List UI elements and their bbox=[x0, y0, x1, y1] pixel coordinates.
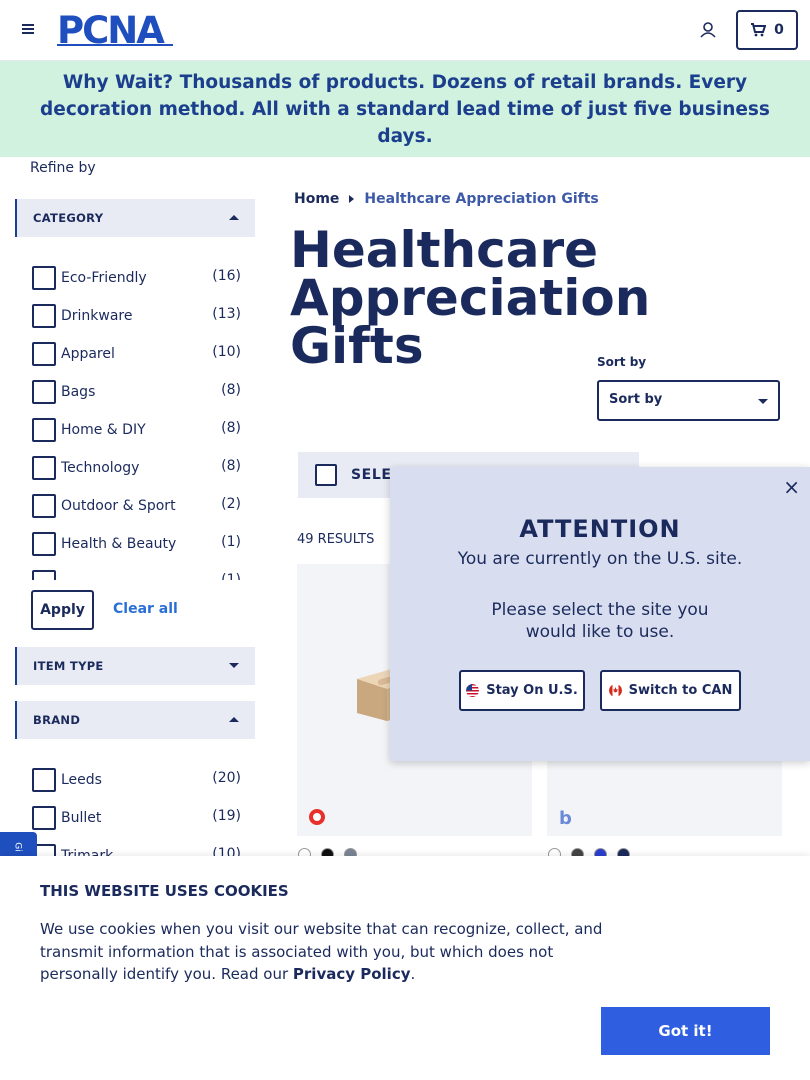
category-label: Outdoor & Sport bbox=[61, 498, 176, 514]
apply-button[interactable]: Apply bbox=[31, 590, 94, 630]
breadcrumb-current: Healthcare Appreciation Gifts bbox=[364, 191, 599, 207]
category-label: Drinkware bbox=[61, 308, 133, 324]
refine-label: Refine by bbox=[30, 160, 96, 176]
cart-count: 0 bbox=[774, 22, 784, 38]
category-label: Technology bbox=[61, 460, 140, 476]
checkbox[interactable] bbox=[32, 532, 56, 556]
category-list: Eco-Friendly (16) Drinkware (13) Apparel (1… bbox=[30, 262, 245, 580]
category-item[interactable]: Health & Beauty (1) bbox=[30, 528, 245, 566]
pcna-logo[interactable]: PCNA bbox=[57, 12, 177, 48]
checkbox[interactable] bbox=[32, 768, 56, 792]
privacy-policy-link[interactable]: Privacy Policy bbox=[293, 965, 411, 983]
brand-label: Bullet bbox=[61, 810, 102, 826]
facet-category-title: CATEGORY bbox=[33, 211, 104, 225]
site-select-modal: × ATTENTION You are currently on the U.S… bbox=[390, 467, 810, 761]
switch-can-label: Switch to CAN bbox=[628, 683, 733, 698]
brand-badge-icon: b bbox=[559, 808, 572, 829]
brand-count: (20) bbox=[212, 770, 241, 786]
us-flag-icon bbox=[466, 684, 480, 697]
modal-title: ATTENTION bbox=[519, 515, 681, 543]
category-label: Apparel bbox=[61, 346, 115, 362]
checkbox[interactable] bbox=[32, 266, 56, 290]
category-item[interactable]: Home & DIY (8) bbox=[30, 414, 245, 452]
site-header: PCNA 0 bbox=[0, 0, 810, 61]
got-it-button[interactable]: Got it! bbox=[601, 1007, 770, 1055]
category-item[interactable]: Eco-Friendly (16) bbox=[30, 262, 245, 300]
account-icon[interactable] bbox=[698, 20, 718, 40]
checkbox[interactable] bbox=[32, 806, 56, 830]
checkbox[interactable] bbox=[32, 494, 56, 518]
facet-category-header[interactable]: CATEGORY bbox=[15, 199, 255, 237]
promo-banner: Why Wait? Thousands of products. Dozens … bbox=[0, 61, 810, 157]
sort-label: Sort by bbox=[597, 355, 647, 369]
facet-brand-title: BRAND bbox=[33, 713, 81, 727]
modal-prompt: Please select the site you would like to… bbox=[491, 600, 709, 642]
category-count: (10) bbox=[212, 344, 241, 360]
stay-us-label: Stay On U.S. bbox=[486, 683, 578, 698]
promo-lead: Why Wait? bbox=[62, 71, 174, 93]
brand-item[interactable]: Leeds (20) bbox=[30, 764, 245, 802]
breadcrumb: Home Healthcare Appreciation Gifts bbox=[294, 191, 599, 207]
cart-button[interactable]: 0 bbox=[736, 10, 798, 50]
side-widget-tab[interactable]: Gi bbox=[0, 832, 37, 858]
category-count: (13) bbox=[212, 306, 241, 322]
modal-message: You are currently on the U.S. site. bbox=[457, 549, 743, 569]
category-count: (8) bbox=[221, 420, 241, 436]
category-item[interactable]: Bags (8) bbox=[30, 376, 245, 414]
results-count: 49 RESULTS bbox=[297, 532, 375, 547]
category-count: (2) bbox=[221, 496, 241, 512]
chevron-down-icon bbox=[758, 399, 768, 404]
cookie-text: We use cookies when you visit our websit… bbox=[40, 918, 630, 986]
category-label: Health & Beauty bbox=[61, 536, 177, 552]
sort-value: Sort by bbox=[609, 392, 663, 407]
category-item[interactable]: Outdoor & Sport (2) bbox=[30, 490, 245, 528]
cookie-title: THIS WEBSITE USES COOKIES bbox=[40, 882, 289, 900]
page-title: Healthcare Appreciation Gifts bbox=[290, 221, 651, 375]
category-count: (1) bbox=[221, 572, 241, 580]
select-all-checkbox[interactable] bbox=[315, 464, 337, 486]
category-count: (1) bbox=[221, 534, 241, 550]
checkbox[interactable] bbox=[32, 570, 56, 580]
brand-list: Leeds(20) Bullet(19) Trimark(10) bbox=[30, 764, 245, 864]
breadcrumb-home[interactable]: Home bbox=[294, 191, 339, 207]
brand-item[interactable]: Bullet (19) bbox=[30, 802, 245, 840]
category-count: (16) bbox=[212, 268, 241, 284]
checkbox[interactable] bbox=[32, 342, 56, 366]
side-tab-text: Gi bbox=[12, 842, 23, 852]
brand-count: (19) bbox=[212, 808, 241, 824]
chevron-down-icon bbox=[229, 663, 239, 668]
canada-flag-icon bbox=[608, 684, 622, 697]
cookie-tail: . bbox=[410, 965, 416, 983]
sort-select[interactable]: Sort by bbox=[597, 380, 780, 421]
chevron-up-icon bbox=[229, 215, 239, 220]
category-count: (8) bbox=[221, 382, 241, 398]
checkbox[interactable] bbox=[32, 380, 56, 404]
chevron-up-icon bbox=[229, 717, 239, 722]
category-label: Bags bbox=[61, 384, 96, 400]
close-icon[interactable]: × bbox=[783, 475, 800, 499]
facet-item-type-title: ITEM TYPE bbox=[33, 659, 104, 673]
checkbox[interactable] bbox=[32, 456, 56, 480]
switch-can-button[interactable]: Switch to CAN bbox=[600, 670, 741, 711]
cart-icon bbox=[751, 23, 767, 37]
category-label: Eco-Friendly bbox=[61, 270, 147, 286]
logo-text: PCNA bbox=[57, 12, 165, 48]
menu-icon[interactable] bbox=[20, 22, 36, 36]
stay-us-button[interactable]: Stay On U.S. bbox=[459, 670, 585, 711]
checkbox[interactable] bbox=[32, 304, 56, 328]
category-count: (8) bbox=[221, 458, 241, 474]
clear-all-link[interactable]: Clear all bbox=[113, 601, 178, 617]
category-item[interactable]: Apparel (10) bbox=[30, 338, 245, 376]
checkbox[interactable] bbox=[32, 418, 56, 442]
promo-text: Why Wait? Thousands of products. Dozens … bbox=[10, 69, 800, 150]
category-label: Home & DIY bbox=[61, 422, 146, 438]
cookie-banner: THIS WEBSITE USES COOKIES We use cookies… bbox=[0, 856, 810, 1080]
category-item[interactable]: Drinkware (13) bbox=[30, 300, 245, 338]
category-item[interactable]: Technology (8) bbox=[30, 452, 245, 490]
brand-label: Leeds bbox=[61, 772, 102, 788]
facet-brand-header[interactable]: BRAND bbox=[15, 701, 255, 739]
facet-item-type-header[interactable]: ITEM TYPE bbox=[15, 647, 255, 685]
category-item[interactable]: (1) bbox=[30, 566, 245, 580]
chevron-right-icon bbox=[349, 195, 355, 203]
